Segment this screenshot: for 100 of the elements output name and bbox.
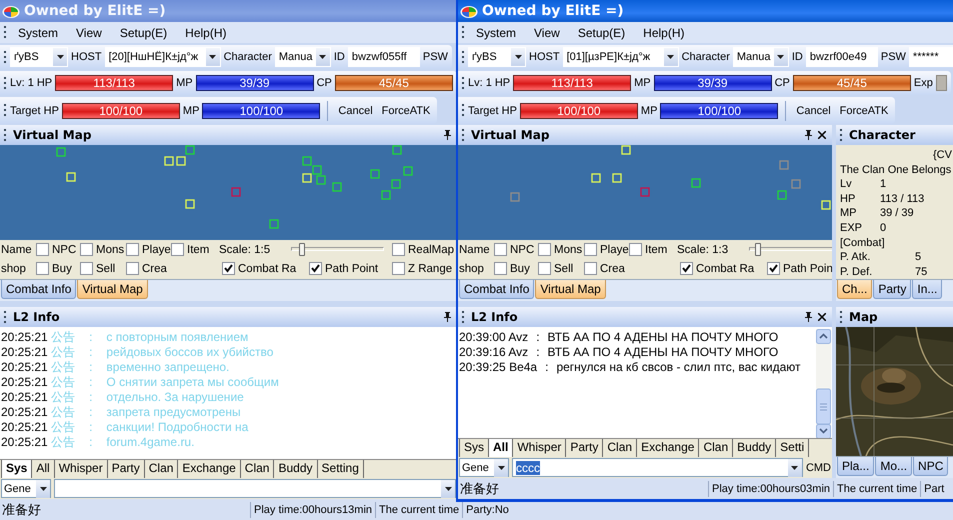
- grip-handle[interactable]: [4, 310, 7, 324]
- map-marker: [691, 178, 701, 188]
- pin-icon[interactable]: [805, 312, 812, 322]
- character-label: Character: [682, 51, 730, 63]
- close-icon[interactable]: [818, 131, 826, 139]
- panel-tab[interactable]: Virtual Map: [535, 280, 606, 299]
- grip-handle[interactable]: [840, 310, 843, 324]
- menu-item[interactable]: Setup(E): [112, 24, 174, 40]
- toolbar-button[interactable]: ForceATK: [836, 104, 892, 118]
- grip-handle[interactable]: [4, 76, 7, 90]
- scrollbar[interactable]: [816, 329, 831, 438]
- log-line: 20:39:16 Avz : ВТБ АА ПО 4 АДЕНЫ НА ПОЧТУ МНОГО: [458, 345, 780, 360]
- log-line: 20:39:25 Be4a : регнулся на кб свсов - слил птс, вас кидают: [458, 360, 802, 375]
- host-dropdown[interactable]: [20][НшНЁ]К±јд°ж: [104, 47, 221, 67]
- grip-handle[interactable]: [4, 26, 7, 39]
- pin-icon[interactable]: [444, 312, 451, 322]
- map-marker: [391, 179, 401, 189]
- slider-thumb[interactable]: [755, 243, 762, 256]
- stat-value: 5: [915, 250, 922, 265]
- grip-handle[interactable]: [4, 50, 7, 64]
- channel-dropdown[interactable]: Gene: [1, 479, 51, 498]
- password-field[interactable]: ******: [908, 47, 953, 67]
- menu-item[interactable]: View: [527, 24, 567, 40]
- scale-slider[interactable]: [291, 242, 384, 257]
- character-dropdown[interactable]: Manua: [274, 47, 331, 67]
- checkbox[interactable]: Buy: [36, 262, 80, 275]
- checkbox[interactable]: Crea: [584, 262, 680, 275]
- checkbox[interactable]: Path Point: [309, 262, 378, 275]
- grip-handle[interactable]: [840, 128, 843, 142]
- toolbar-button[interactable]: Cancel: [793, 104, 834, 118]
- panel-tab[interactable]: Virtual Map: [77, 280, 148, 299]
- menu-item[interactable]: System: [11, 24, 66, 40]
- grip-handle[interactable]: [462, 128, 465, 142]
- grip-handle[interactable]: [462, 26, 465, 39]
- checkbox[interactable]: Mons: [80, 243, 126, 256]
- server-dropdown[interactable]: ґyBS: [468, 47, 526, 67]
- checkbox[interactable]: Buy: [494, 262, 538, 275]
- grip-handle[interactable]: [462, 310, 465, 324]
- checkbox[interactable]: Item: [629, 243, 677, 256]
- menu-item[interactable]: View: [69, 24, 109, 40]
- checkbox[interactable]: Playe: [584, 243, 629, 256]
- level-label: Lv:: [10, 77, 25, 89]
- log-line: 20:25:21 公告 : О снятии запрета мы сообщим: [0, 375, 280, 390]
- panel-tab[interactable]: Combat Info: [1, 280, 76, 299]
- checkbox[interactable]: Path Poin: [767, 262, 832, 275]
- id-label: ID: [792, 51, 803, 63]
- slider-thumb[interactable]: [299, 243, 306, 256]
- pin-icon[interactable]: [444, 130, 451, 140]
- window-title: Owned by ElitE =): [24, 3, 166, 19]
- toolbar-button[interactable]: ForceATK: [378, 104, 434, 118]
- menu-item[interactable]: Setup(E): [570, 24, 632, 40]
- id-field[interactable]: bwzrf00e49: [806, 47, 878, 67]
- checkbox[interactable]: NPC: [36, 243, 80, 256]
- map-marker: [185, 145, 195, 155]
- map-marker: [392, 145, 402, 155]
- panel-tab[interactable]: Combat Info: [459, 280, 534, 299]
- pin-icon[interactable]: [805, 130, 812, 140]
- panel-tab[interactable]: Pla...: [837, 457, 874, 476]
- menu-item[interactable]: Help(H): [178, 24, 234, 40]
- map-marker: [164, 156, 174, 166]
- checkbox[interactable]: Sell: [80, 262, 126, 275]
- caret-icon: [791, 466, 798, 470]
- host-dropdown[interactable]: [01][µзРЕ]К±јд°ж: [562, 47, 679, 67]
- grip-handle[interactable]: [462, 76, 465, 90]
- id-field[interactable]: bwzwf055ff: [348, 47, 420, 67]
- panel-tab[interactable]: In...: [912, 280, 942, 299]
- checkbox[interactable]: NPC: [494, 243, 538, 256]
- close-icon[interactable]: [818, 313, 826, 321]
- toolbar-button[interactable]: Cancel: [335, 104, 376, 118]
- server-dropdown[interactable]: ґyBS: [10, 47, 68, 67]
- grip-handle[interactable]: [462, 50, 465, 64]
- menu-item[interactable]: System: [469, 24, 524, 40]
- checkbox[interactable]: Playe: [126, 243, 171, 256]
- stat-value: 75: [915, 264, 928, 279]
- chat-input[interactable]: [54, 479, 456, 498]
- panel-tab[interactable]: Mo...: [875, 457, 912, 476]
- character-dropdown[interactable]: Manua: [732, 47, 789, 67]
- panel-tab[interactable]: Party: [873, 280, 912, 299]
- grip-handle[interactable]: [4, 104, 7, 117]
- mp-reading: 39/39: [698, 76, 728, 90]
- checkbox[interactable]: Mons: [538, 243, 584, 256]
- checkbox[interactable]: Combat Ra: [680, 262, 767, 275]
- chat-tab[interactable]: Sys: [1, 460, 32, 478]
- checkbox[interactable]: Crea: [126, 262, 222, 275]
- checkbox[interactable]: RealMap: [392, 243, 454, 256]
- scale-slider[interactable]: [749, 242, 832, 257]
- chat-input[interactable]: cccc: [512, 458, 803, 477]
- checkbox[interactable]: Item: [171, 243, 219, 256]
- caret-icon: [777, 55, 784, 59]
- row-label: Name: [0, 244, 33, 256]
- checkbox[interactable]: Z Range: [392, 262, 452, 275]
- menu-item[interactable]: Help(H): [636, 24, 692, 40]
- chat-tab[interactable]: All: [488, 439, 514, 457]
- channel-dropdown[interactable]: Gene: [459, 458, 509, 477]
- grip-handle[interactable]: [462, 104, 465, 117]
- checkbox[interactable]: Combat Ra: [222, 262, 309, 275]
- grip-handle[interactable]: [4, 128, 7, 142]
- panel-tab[interactable]: Ch...: [837, 280, 872, 299]
- panel-tab[interactable]: NPC: [913, 457, 948, 476]
- checkbox[interactable]: Sell: [538, 262, 584, 275]
